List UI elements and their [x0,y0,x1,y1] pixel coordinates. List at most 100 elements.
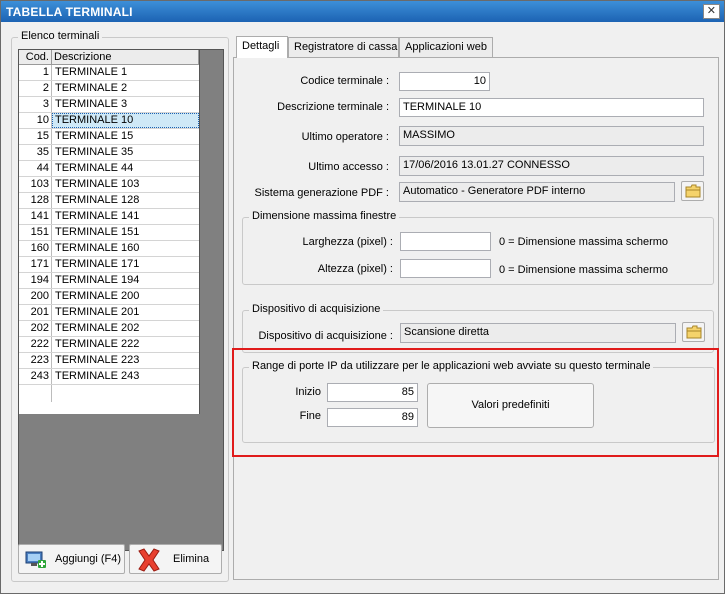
terminal-grid[interactable]: Cod. Descrizione 1 TERMINALE 1 2 TERMINALE … [18,49,224,551]
table-row[interactable]: 243 TERMINALE 243 [19,369,199,385]
delete-terminal-button[interactable]: Elimina [129,544,222,574]
pdf-label: Sistema generazione PDF : [254,187,389,199]
cell-cod: 3 [19,97,52,112]
cell-descrizione: TERMINALE 3 [55,98,128,110]
add-terminal-button[interactable]: Aggiungi (F4) [18,544,125,574]
add-terminal-icon [25,551,46,568]
cell-descrizione: TERMINALE 103 [55,178,140,190]
cell-cod: 201 [19,305,52,320]
pdf-browse-button[interactable] [681,181,704,201]
descrizione-label: Descrizione terminale : [277,101,389,113]
cell-cod: 35 [19,145,52,160]
table-row[interactable]: 160 TERMINALE 160 [19,241,199,257]
cell-cod: 200 [19,289,52,304]
larghezza-hint: 0 = Dimensione massima schermo [499,236,669,248]
cell-descrizione: TERMINALE 128 [55,194,140,206]
cell-descrizione: TERMINALE 222 [55,338,140,350]
table-row[interactable]: 201 TERMINALE 201 [19,305,199,321]
ultimo-operatore-field: MASSIMO [399,126,704,146]
folder-icon [686,325,702,339]
column-header-descrizione[interactable]: Descrizione [52,50,199,64]
cell-cod: 223 [19,353,52,368]
delete-terminal-label: Elimina [173,553,210,565]
altezza-label: Altezza (pixel) : [317,263,393,275]
cell-cod: 141 [19,209,52,224]
cell-cod: 202 [19,321,52,336]
cell-cod: 194 [19,273,52,288]
table-row[interactable]: 10 TERMINALE 10 [19,113,199,129]
terminal-list-title: Elenco terminali [18,30,103,42]
terminal-list-group: Elenco terminali Cod. Descrizione 1 TERMI… [11,30,229,582]
cell-cod: 10 [19,113,52,128]
acquisizione-browse-button[interactable] [682,322,705,342]
table-row[interactable]: 15 TERMINALE 15 [19,129,199,145]
table-row[interactable]: 171 TERMINALE 171 [19,257,199,273]
tab-dettagli[interactable]: Dettagli [236,36,288,58]
acquisizione-group: Dispositivo di acquisizione Dispositivo … [242,303,714,353]
cell-cod: 2 [19,81,52,96]
grid-header: Cod. Descrizione [19,50,199,65]
table-row[interactable]: 103 TERMINALE 103 [19,177,199,193]
add-terminal-label: Aggiungi (F4) [55,553,122,565]
cell-descrizione: TERMINALE 44 [55,162,134,174]
codice-terminale-input[interactable]: 10 [399,72,490,91]
table-row[interactable]: 202 TERMINALE 202 [19,321,199,337]
altezza-input[interactable] [400,259,491,278]
details-panel: Codice terminale : 10 Descrizione termin… [233,57,719,580]
cell-descrizione: TERMINALE 194 [55,274,140,286]
cell-descrizione: TERMINALE 141 [55,210,140,222]
acquisizione-field: Scansione diretta [400,323,676,343]
table-row[interactable]: 2 TERMINALE 2 [19,81,199,97]
table-row[interactable]: 141 TERMINALE 141 [19,209,199,225]
table-row[interactable]: 44 TERMINALE 44 [19,161,199,177]
operatore-label: Ultimo operatore : [301,131,389,143]
delete-x-icon [138,548,160,572]
terminal-grid-body: Cod. Descrizione 1 TERMINALE 1 2 TERMINALE … [19,50,200,414]
table-row[interactable]: 223 TERMINALE 223 [19,353,199,369]
cell-descrizione: TERMINALE 2 [55,82,128,94]
table-row[interactable]: 1 TERMINALE 1 [19,65,199,81]
cell-descrizione: TERMINALE 201 [55,306,140,318]
altezza-hint: 0 = Dimensione massima schermo [499,264,669,276]
table-row[interactable]: 35 TERMINALE 35 [19,145,199,161]
cell-cod: 44 [19,161,52,176]
dimensione-title: Dimensione massima finestre [249,210,400,222]
cell-descrizione: TERMINALE 35 [55,146,134,158]
title-bar: TABELLA TERMINALI ✕ [1,1,724,22]
cell-cod: 1 [19,65,52,80]
cell-descrizione: TERMINALE 243 [55,370,140,382]
descrizione-terminale-input[interactable]: TERMINALE 10 [399,98,704,117]
cell-cod: 151 [19,225,52,240]
cell-cod: 171 [19,257,52,272]
cell-descrizione: TERMINALE 151 [55,226,140,238]
larghezza-label: Larghezza (pixel) : [302,236,394,248]
table-row[interactable]: 222 TERMINALE 222 [19,337,199,353]
cell-descrizione: TERMINALE 1 [55,66,128,78]
larghezza-input[interactable] [400,232,491,251]
cell-descrizione: TERMINALE 160 [55,242,140,254]
dimensione-group: Dimensione massima finestre Larghezza (p… [242,210,714,285]
table-row[interactable]: 3 TERMINALE 3 [19,97,199,113]
sistema-pdf-field: Automatico - Generatore PDF interno [399,182,675,202]
close-button[interactable]: ✕ [703,4,720,19]
tab-applicazioni-web[interactable]: Applicazioni web [399,37,493,57]
cell-descrizione: TERMINALE 200 [55,290,140,302]
table-row[interactable]: 194 TERMINALE 194 [19,273,199,289]
cell-descrizione: TERMINALE 202 [55,322,140,334]
cell-cod: 103 [19,177,52,192]
acquisizione-label: Dispositivo di acquisizione : [258,330,393,342]
cell-descrizione: TERMINALE 15 [55,130,134,142]
table-row[interactable]: 200 TERMINALE 200 [19,289,199,305]
tab-registratore-di-cassa[interactable]: Registratore di cassa [288,37,399,57]
column-header-cod[interactable]: Cod. [19,50,52,64]
table-row[interactable]: 151 TERMINALE 151 [19,225,199,241]
acquisizione-title: Dispositivo di acquisizione [249,303,384,315]
highlight-frame [232,348,719,457]
window-title: TABELLA TERMINALI [6,5,133,19]
accesso-label: Ultimo accesso : [308,161,389,173]
cell-cod: 15 [19,129,52,144]
cell-cod: 222 [19,337,52,352]
table-row[interactable]: 128 TERMINALE 128 [19,193,199,209]
cell-descrizione: TERMINALE 10 [52,113,199,128]
cell-cod: 128 [19,193,52,208]
